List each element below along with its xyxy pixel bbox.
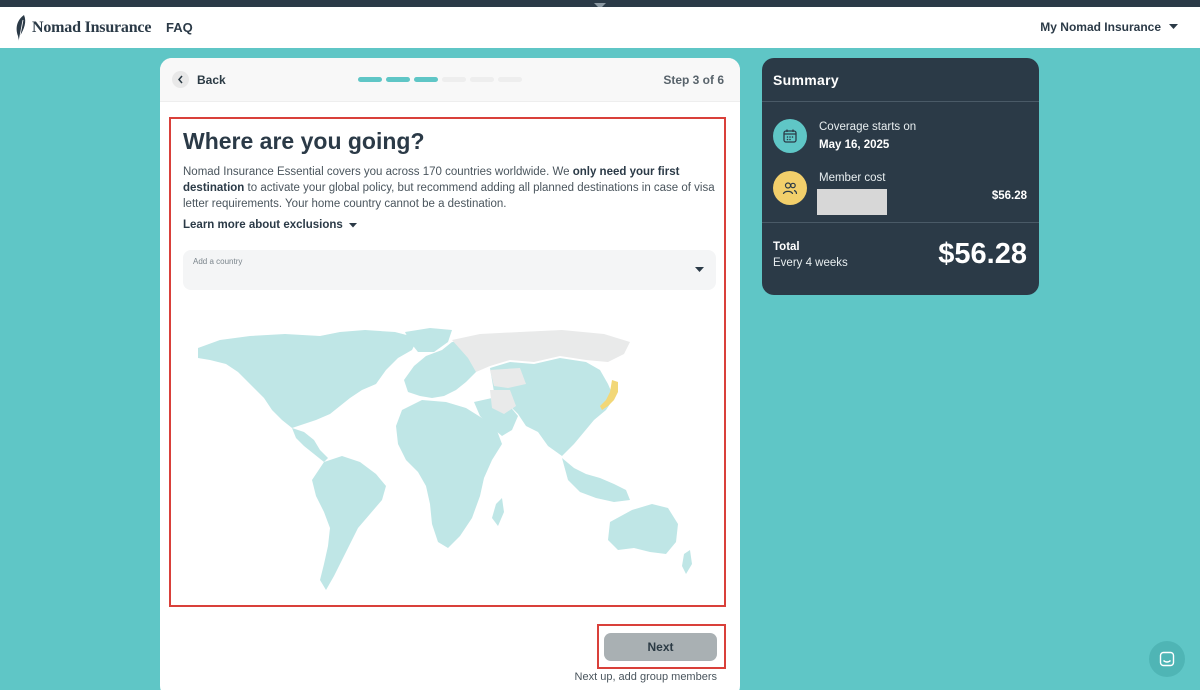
brand-logo-link[interactable]: Nomad Insurance xyxy=(14,13,151,43)
step-segment-1 xyxy=(358,77,382,82)
map-central-america[interactable] xyxy=(292,428,328,462)
back-label: Back xyxy=(197,72,226,87)
map-southeast-asia[interactable] xyxy=(562,458,630,502)
learn-more-label: Learn more about exclusions xyxy=(183,219,343,231)
step-segment-3 xyxy=(414,77,438,82)
summary-divider xyxy=(762,101,1039,102)
country-select[interactable]: Add a country xyxy=(183,250,716,290)
calendar-icon xyxy=(773,119,807,153)
desc-part-2: to activate your global policy, but reco… xyxy=(183,182,715,210)
site-header: Nomad Insurance FAQ My Nomad Insurance xyxy=(0,7,1200,48)
member-cost-label: Member cost xyxy=(819,172,886,184)
caret-down-icon xyxy=(1169,24,1178,29)
step-segment-4 xyxy=(442,77,466,82)
country-select-label: Add a country xyxy=(193,257,243,266)
faq-link[interactable]: FAQ xyxy=(166,20,193,35)
member-cost-value: $56.28 xyxy=(991,190,1027,202)
summary-panel: Summary Coverage starts on May 16, 2025 … xyxy=(762,58,1039,295)
brand-name: Nomad Insurance xyxy=(32,19,152,36)
map-australia[interactable] xyxy=(608,504,678,554)
caret-down-icon xyxy=(348,222,357,227)
back-button[interactable]: Back xyxy=(172,71,226,88)
step-segment-2 xyxy=(386,77,410,82)
coverage-description: Nomad Insurance Essential covers you acr… xyxy=(183,164,719,212)
total-amount: $56.28 xyxy=(938,238,1027,270)
map-south-america[interactable] xyxy=(312,456,386,590)
desc-part-1: Nomad Insurance Essential covers you acr… xyxy=(183,166,573,178)
coverage-date: May 16, 2025 xyxy=(819,139,890,151)
redacted-member-name xyxy=(817,189,887,215)
chevron-left-icon xyxy=(178,75,183,84)
world-map[interactable] xyxy=(190,328,720,598)
learn-more-exclusions[interactable]: Learn more about exclusions xyxy=(183,219,357,231)
caret-down-icon xyxy=(695,267,704,272)
page-title: Where are you going? xyxy=(183,128,425,154)
feather-icon xyxy=(16,15,26,42)
users-icon xyxy=(773,171,807,205)
map-central-asia xyxy=(490,368,526,388)
summary-divider xyxy=(762,222,1039,223)
destination-card: Back Step 3 of 6 Where are you going? No… xyxy=(160,58,740,690)
map-madagascar[interactable] xyxy=(492,498,504,526)
step-segment-5 xyxy=(470,77,494,82)
step-progress xyxy=(358,77,522,82)
account-menu-label: My Nomad Insurance xyxy=(1040,20,1161,34)
account-menu[interactable]: My Nomad Insurance xyxy=(1040,20,1178,34)
map-new-zealand[interactable] xyxy=(682,550,692,574)
summary-title: Summary xyxy=(773,72,839,88)
chat-icon xyxy=(1159,651,1175,667)
total-label: Total xyxy=(773,241,800,253)
next-button[interactable]: Next xyxy=(604,633,717,661)
chat-launcher-button[interactable] xyxy=(1149,641,1185,677)
step-indicator: Step 3 of 6 xyxy=(663,73,724,87)
back-circle xyxy=(172,71,189,88)
total-period: Every 4 weeks xyxy=(773,257,848,269)
map-africa[interactable] xyxy=(396,400,502,548)
coverage-label: Coverage starts on xyxy=(819,121,917,133)
step-segment-6 xyxy=(498,77,522,82)
next-up-hint: Next up, add group members xyxy=(574,671,717,683)
map-north-america[interactable] xyxy=(198,330,418,428)
wizard-header: Back Step 3 of 6 xyxy=(160,58,740,102)
